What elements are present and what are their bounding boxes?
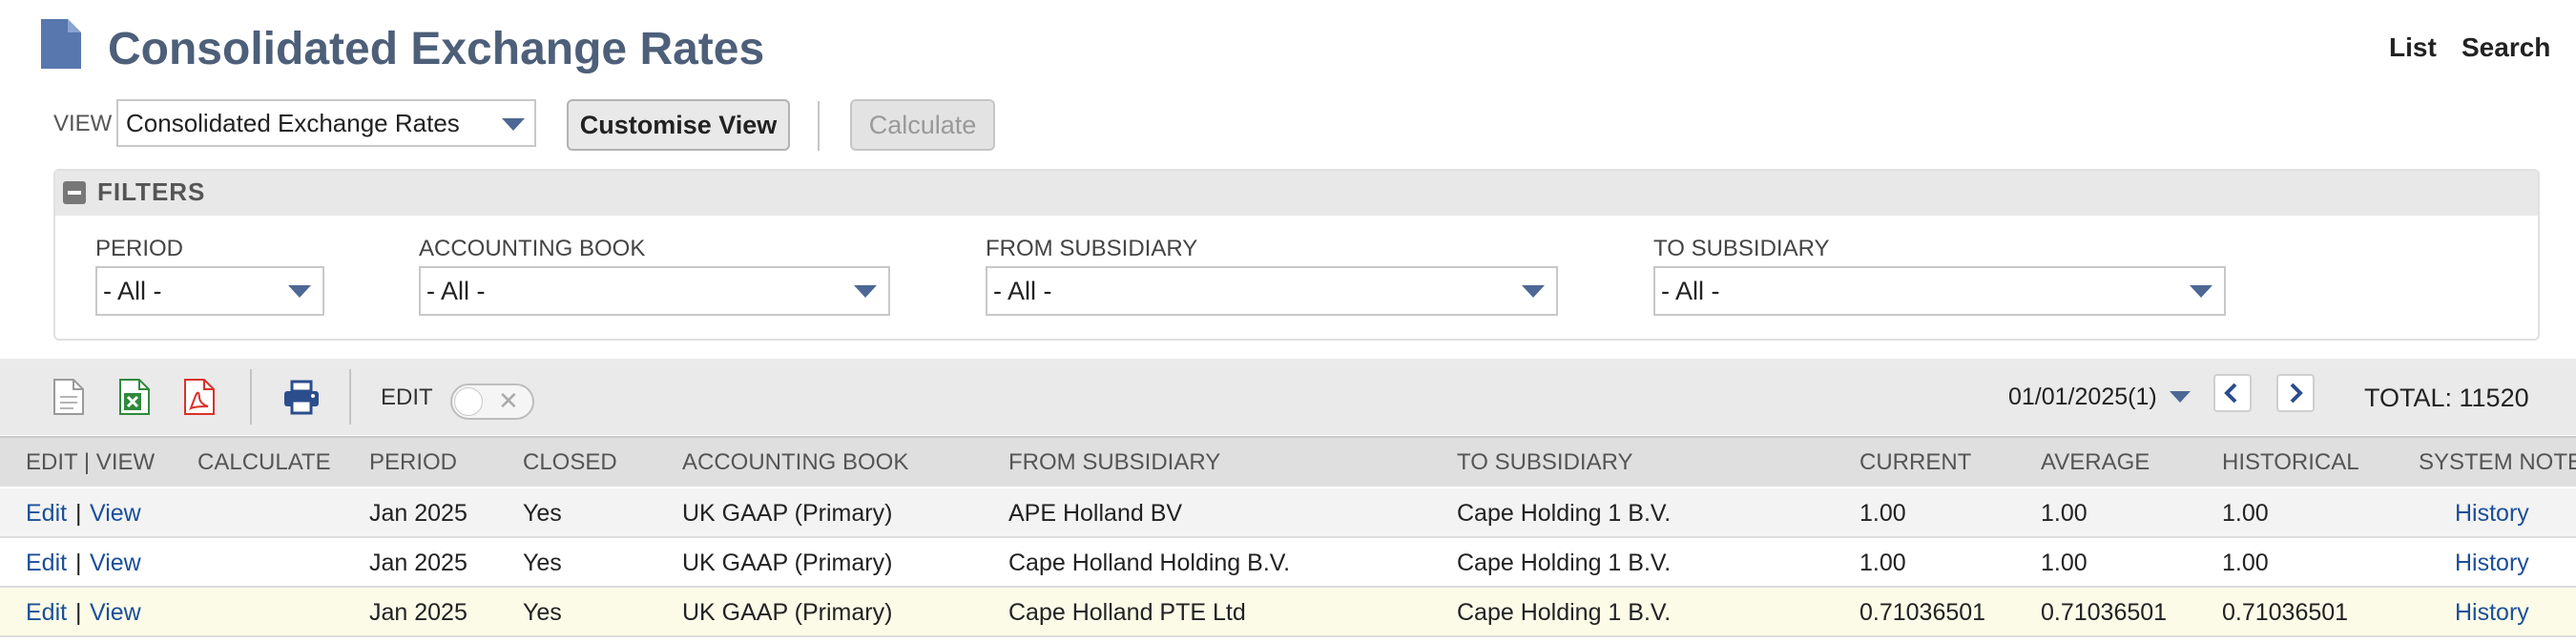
column-header-historical[interactable]: HISTORICAL xyxy=(2222,449,2359,476)
row-period: Jan 2025 xyxy=(369,599,467,626)
edit-mode-label: EDIT xyxy=(381,384,433,410)
to-subsidiary-filter-label: TO SUBSIDIARY xyxy=(1653,236,1830,261)
row-to-subsidiary: Cape Holding 1 B.V. xyxy=(1457,500,1672,527)
view-select-value: Consolidated Exchange Rates xyxy=(126,109,460,137)
row-edit-link[interactable]: Edit xyxy=(26,500,67,528)
date-range-select[interactable]: 01/01/2025(1) xyxy=(2008,384,2191,411)
edit-mode-toggle[interactable]: ✕ xyxy=(450,384,534,420)
from-subsidiary-filter-label: FROM SUBSIDIARY xyxy=(986,236,1198,261)
row-history-link[interactable]: History xyxy=(2455,500,2529,528)
print-icon[interactable] xyxy=(282,378,321,416)
row-accounting-book: UK GAAP (Primary) xyxy=(682,550,893,576)
view-select[interactable]: Consolidated Exchange Rates xyxy=(116,99,536,147)
row-history-link[interactable]: History xyxy=(2455,550,2529,577)
column-header-calculate[interactable]: CALCULATE xyxy=(197,449,331,476)
chevron-down-icon xyxy=(502,118,525,131)
row-historical-rate: 1.00 xyxy=(2222,500,2269,527)
export-pdf-icon[interactable] xyxy=(183,378,216,416)
document-icon xyxy=(41,19,81,69)
column-header-period[interactable]: PERIOD xyxy=(369,449,457,476)
column-header-edit-view: EDIT | VIEW xyxy=(26,449,156,475)
period-filter-select[interactable]: - All - xyxy=(95,266,324,316)
page-title: Consolidated Exchange Rates xyxy=(108,24,765,74)
filters-title: FILTERS xyxy=(97,177,206,206)
calculate-button[interactable]: Calculate xyxy=(850,99,995,151)
accounting-book-filter-select[interactable]: - All - xyxy=(419,266,890,316)
customise-view-button[interactable]: Customise View xyxy=(567,99,790,151)
row-from-subsidiary: APE Holland BV xyxy=(1008,500,1183,527)
row-view-link[interactable]: View xyxy=(90,550,141,577)
column-header-closed[interactable]: CLOSED xyxy=(523,449,617,476)
row-current-rate: 1.00 xyxy=(1859,550,1906,576)
column-header-system-notes[interactable]: SYSTEM NOTES xyxy=(2419,449,2576,476)
row-historical-rate: 0.71036501 xyxy=(2222,599,2349,626)
accounting-book-filter-label: ACCOUNTING BOOK xyxy=(419,236,646,261)
period-filter-label: PERIOD xyxy=(95,236,184,261)
link-separator: | xyxy=(75,550,82,576)
row-closed: Yes xyxy=(523,550,562,576)
search-link[interactable]: Search xyxy=(2462,32,2550,63)
chevron-left-icon xyxy=(2224,383,2237,404)
row-view-link[interactable]: View xyxy=(90,599,141,627)
row-closed: Yes xyxy=(523,599,562,626)
close-icon: ✕ xyxy=(498,386,519,415)
row-average-rate: 1.00 xyxy=(2041,550,2088,576)
chevron-down-icon xyxy=(2169,391,2191,403)
row-average-rate: 1.00 xyxy=(2041,500,2088,527)
next-page-button[interactable] xyxy=(2276,374,2315,412)
toggle-knob xyxy=(454,387,483,416)
row-history-link[interactable]: History xyxy=(2455,599,2529,627)
to-subsidiary-filter-select[interactable]: - All - xyxy=(1653,266,2226,316)
row-from-subsidiary: Cape Holland Holding B.V. xyxy=(1008,550,1291,576)
row-edit-link[interactable]: Edit xyxy=(26,550,67,577)
to-subsidiary-filter-value: - All - xyxy=(1661,277,1720,305)
from-subsidiary-filter-value: - All - xyxy=(993,277,1052,305)
row-to-subsidiary: Cape Holding 1 B.V. xyxy=(1457,550,1672,576)
column-header-to-subsidiary[interactable]: TO SUBSIDIARY xyxy=(1457,449,1633,476)
chevron-right-icon xyxy=(2290,383,2303,404)
column-header-average[interactable]: AVERAGE xyxy=(2041,449,2150,476)
row-average-rate: 0.71036501 xyxy=(2041,599,2168,626)
chevron-down-icon xyxy=(288,285,311,298)
collapse-icon[interactable] xyxy=(63,181,86,204)
column-header-from-subsidiary[interactable]: FROM SUBSIDIARY xyxy=(1008,449,1220,476)
export-excel-icon[interactable] xyxy=(118,378,151,416)
chevron-down-icon xyxy=(2190,285,2212,298)
period-filter-value: - All - xyxy=(103,277,162,305)
row-current-rate: 0.71036501 xyxy=(1859,599,1986,626)
row-period: Jan 2025 xyxy=(369,500,467,527)
date-range-value: 01/01/2025(1) xyxy=(2008,384,2157,410)
row-edit-link[interactable]: Edit xyxy=(26,599,67,627)
toolbar-divider xyxy=(250,369,252,425)
link-separator: | xyxy=(75,599,82,626)
row-view-link[interactable]: View xyxy=(90,500,141,528)
row-from-subsidiary: Cape Holland PTE Ltd xyxy=(1008,599,1246,626)
chevron-down-icon xyxy=(854,285,877,298)
list-link[interactable]: List xyxy=(2389,32,2437,63)
total-count: TOTAL: 11520 xyxy=(2364,384,2529,412)
row-accounting-book: UK GAAP (Primary) xyxy=(682,500,893,527)
row-accounting-book: UK GAAP (Primary) xyxy=(682,599,893,626)
row-current-rate: 1.00 xyxy=(1859,500,1906,527)
from-subsidiary-filter-select[interactable]: - All - xyxy=(986,266,1558,316)
toolbar-divider xyxy=(349,369,351,425)
accounting-book-filter-value: - All - xyxy=(426,277,486,305)
column-header-accounting-book[interactable]: ACCOUNTING BOOK xyxy=(682,449,908,476)
row-period: Jan 2025 xyxy=(369,550,467,576)
filters-header xyxy=(55,171,2538,216)
row-to-subsidiary: Cape Holding 1 B.V. xyxy=(1457,599,1672,626)
toolbar-divider xyxy=(818,101,820,151)
row-closed: Yes xyxy=(523,500,562,527)
chevron-down-icon xyxy=(1522,285,1545,298)
view-label: VIEW xyxy=(53,111,113,136)
export-csv-icon[interactable] xyxy=(52,378,85,416)
link-separator: | xyxy=(75,500,82,527)
row-historical-rate: 1.00 xyxy=(2222,550,2269,576)
previous-page-button[interactable] xyxy=(2213,374,2252,412)
column-header-current[interactable]: CURRENT xyxy=(1859,449,1971,476)
